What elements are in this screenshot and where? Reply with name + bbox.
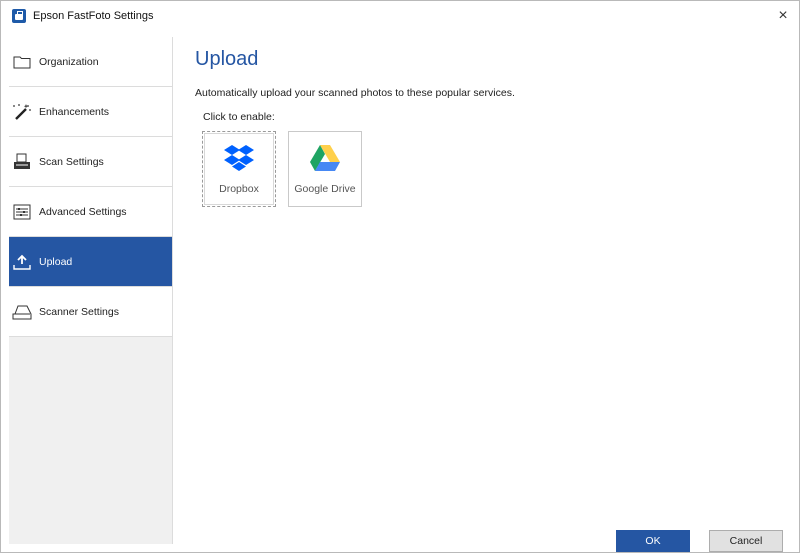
scanner-icon — [12, 152, 32, 172]
google-drive-icon — [309, 143, 341, 173]
sidebar-item-label: Advanced Settings — [39, 205, 127, 218]
app-logo-icon — [12, 9, 26, 23]
main-panel: Upload Automatically upload your scanned… — [173, 37, 800, 553]
sidebar-item-organization[interactable]: Organization — [9, 37, 172, 87]
google-drive-service-button[interactable]: Google Drive — [288, 131, 362, 207]
sidebar-item-upload[interactable]: Upload — [9, 237, 172, 287]
service-label: Google Drive — [294, 183, 356, 195]
scanner-tray-icon — [12, 302, 32, 322]
title-bar: Epson FastFoto Settings × — [1, 1, 799, 31]
click-to-enable-label: Click to enable: — [203, 111, 275, 123]
close-button[interactable]: × — [773, 6, 793, 26]
sidebar-item-label: Upload — [39, 255, 73, 268]
window-title: Epson FastFoto Settings — [33, 10, 154, 22]
cancel-button[interactable]: Cancel — [709, 530, 783, 552]
sidebar-item-enhancements[interactable]: Enhancements — [9, 87, 172, 137]
page-title: Upload — [195, 48, 259, 70]
sidebar-item-scan-settings[interactable]: Scan Settings — [9, 137, 172, 187]
settings-window: Epson FastFoto Settings × Organization E… — [0, 0, 800, 553]
dropbox-icon — [223, 143, 255, 173]
sidebar-item-label: Scanner Settings — [39, 305, 119, 318]
sidebar-item-label: Scan Settings — [39, 155, 104, 168]
magic-wand-icon — [12, 102, 32, 122]
sidebar-item-scanner-settings[interactable]: Scanner Settings — [9, 287, 172, 337]
sidebar-item-label: Organization — [39, 55, 99, 68]
service-label: Dropbox — [219, 183, 259, 195]
folder-icon — [12, 52, 32, 72]
page-description: Automatically upload your scanned photos… — [195, 87, 515, 99]
dropbox-service-button[interactable]: Dropbox — [202, 131, 276, 207]
sliders-icon — [12, 202, 32, 222]
upload-icon — [12, 252, 32, 272]
sidebar-item-label: Enhancements — [39, 105, 110, 118]
sidebar-item-advanced-settings[interactable]: Advanced Settings — [9, 187, 172, 237]
ok-button[interactable]: OK — [616, 530, 690, 552]
sidebar: Organization Enhancements Scan Settings … — [9, 37, 173, 544]
